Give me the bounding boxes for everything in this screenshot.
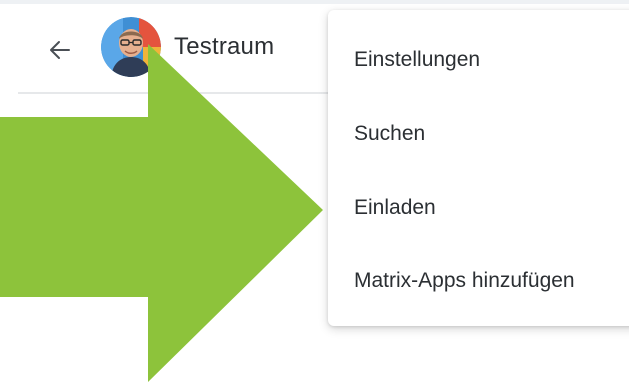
- app-screen: Testraum Einstellungen Suchen Einladen M…: [0, 0, 629, 382]
- room-avatar[interactable]: [101, 17, 161, 77]
- menu-item-add-matrix-apps[interactable]: Matrix-Apps hinzufügen: [354, 261, 575, 301]
- user-avatar-icon: [101, 17, 161, 77]
- arrow-left-icon: [50, 41, 70, 59]
- menu-item-invite[interactable]: Einladen: [354, 188, 436, 228]
- menu-item-settings[interactable]: Einstellungen: [354, 40, 480, 80]
- room-title[interactable]: Testraum: [174, 30, 274, 64]
- menu-item-search[interactable]: Suchen: [354, 114, 425, 154]
- back-button[interactable]: [38, 30, 82, 70]
- overflow-menu: Einstellungen Suchen Einladen Matrix-App…: [328, 10, 629, 326]
